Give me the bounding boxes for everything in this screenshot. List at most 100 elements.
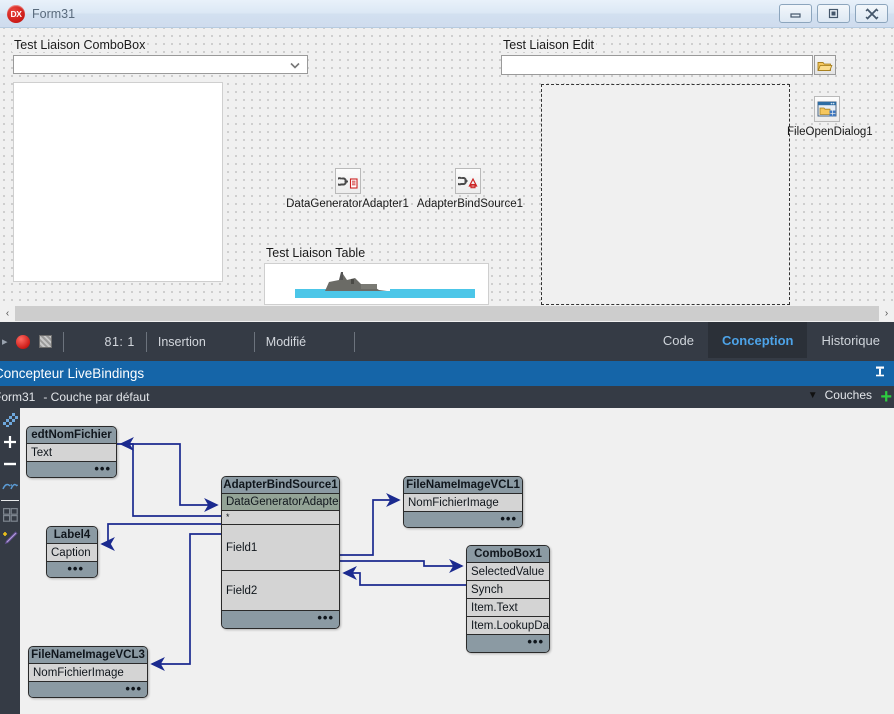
adapter-bind-source-icon[interactable] bbox=[455, 168, 481, 194]
layers-label: Couches bbox=[824, 388, 872, 402]
node-footer[interactable]: ••• bbox=[467, 635, 549, 652]
cursor-position: 81: 1 bbox=[104, 334, 135, 349]
node-row[interactable]: Caption bbox=[47, 544, 97, 562]
node-subtitle: DataGeneratorAdapter1 bbox=[222, 494, 339, 511]
dashed-layout-panel[interactable] bbox=[541, 84, 790, 305]
node-row[interactable]: NomFichierImage bbox=[29, 664, 147, 682]
designer-hscrollbar[interactable]: ‹ › bbox=[0, 305, 894, 322]
design-surface[interactable]: Test Liaison ComboBox Test Liaison Edit bbox=[0, 28, 894, 305]
node-row[interactable]: Field1 bbox=[222, 525, 339, 571]
maximize-button[interactable] bbox=[817, 4, 850, 23]
node-Label4[interactable]: Label4 Caption ••• bbox=[46, 526, 98, 578]
file-open-dialog-label: FileOpenDialog1 bbox=[787, 126, 873, 138]
chevron-down-icon bbox=[290, 56, 300, 74]
data-generator-adapter-icon[interactable] bbox=[335, 168, 361, 194]
toolbar-divider bbox=[1, 500, 19, 501]
pin-icon[interactable] bbox=[874, 365, 886, 382]
form-designer-window: DX Form31 Test Liaison ComboBox Test Lia… bbox=[0, 0, 894, 322]
node-row[interactable]: SelectedValue bbox=[467, 563, 549, 581]
zoom-out-minus-icon[interactable] bbox=[2, 456, 18, 472]
label-test-liaison-combobox: Test Liaison ComboBox bbox=[12, 38, 148, 52]
node-row[interactable]: Field2 bbox=[222, 571, 339, 611]
node-footer[interactable]: ••• bbox=[222, 611, 339, 628]
node-row[interactable]: NomFichierImage bbox=[404, 494, 522, 512]
ide-view-tabs: Code Conception Historique bbox=[649, 322, 894, 358]
record-indicator-icon[interactable] bbox=[15, 334, 30, 349]
node-footer[interactable]: ••• bbox=[29, 682, 147, 697]
label-test-liaison-table: Test Liaison Table bbox=[264, 246, 368, 260]
checker-icon[interactable] bbox=[2, 412, 18, 428]
combobox-test-liaison[interactable] bbox=[13, 55, 308, 74]
label-test-liaison-edit: Test Liaison Edit bbox=[501, 38, 597, 52]
image-panel-left[interactable] bbox=[13, 82, 223, 282]
dx-icon: DX bbox=[7, 4, 25, 23]
scroll-thumb[interactable] bbox=[15, 306, 879, 321]
tab-code[interactable]: Code bbox=[649, 322, 708, 358]
insert-mode-label: Insertion bbox=[157, 334, 206, 349]
grid-icon[interactable] bbox=[2, 507, 18, 523]
node-title: edtNomFichier bbox=[27, 427, 116, 444]
edit-test-liaison[interactable] bbox=[501, 55, 813, 75]
titlebar[interactable]: DX Form31 bbox=[0, 0, 894, 28]
node-footer[interactable]: ••• bbox=[404, 512, 522, 527]
divider bbox=[62, 331, 64, 352]
divider bbox=[354, 331, 356, 352]
livebindings-panel: Concepteur LiveBindings Form31 - Couche … bbox=[0, 361, 894, 714]
scroll-right-arrow[interactable]: › bbox=[879, 305, 894, 322]
node-title: ComboBox1 bbox=[467, 546, 549, 563]
triangle-down-icon: ▼ bbox=[807, 389, 818, 401]
pencil-plus-icon[interactable] bbox=[2, 529, 18, 545]
file-open-dialog-icon[interactable] bbox=[814, 96, 840, 122]
livebindings-layer-name: - Couche par défaut bbox=[43, 390, 150, 404]
livebindings-title: Concepteur LiveBindings bbox=[0, 366, 145, 381]
livebindings-canvas[interactable]: edtNomFichier Text ••• Label4 Caption ••… bbox=[20, 408, 894, 714]
livebindings-form-name: Form31 bbox=[0, 390, 36, 404]
tab-historique[interactable]: Historique bbox=[807, 322, 894, 358]
node-AdapterBindSource1[interactable]: AdapterBindSource1 DataGeneratorAdapter1… bbox=[221, 476, 340, 629]
node-row[interactable]: * bbox=[222, 511, 339, 525]
node-FileNameImageVCL3[interactable]: FileNameImageVCL3 NomFichierImage ••• bbox=[28, 646, 148, 698]
binding-wires bbox=[100, 437, 466, 671]
window-buttons bbox=[779, 4, 888, 23]
image-panel-table[interactable] bbox=[264, 263, 489, 305]
arrows-link-icon[interactable] bbox=[2, 478, 18, 494]
close-button[interactable] bbox=[855, 4, 888, 23]
node-row[interactable]: Item.LookupData bbox=[467, 617, 549, 635]
stop-indicator-icon[interactable] bbox=[38, 335, 52, 348]
node-title: AdapterBindSource1 bbox=[222, 477, 339, 494]
node-more-dots[interactable]: ••• bbox=[317, 611, 334, 624]
minimize-button[interactable] bbox=[779, 4, 812, 23]
livebindings-toolbar bbox=[0, 408, 20, 714]
folder-open-button[interactable] bbox=[814, 55, 836, 75]
node-title: FileNameImageVCL3 bbox=[29, 647, 147, 664]
modified-label: Modifié bbox=[265, 334, 307, 349]
node-more-dots[interactable]: ••• bbox=[500, 512, 517, 525]
node-FileNameImageVCL1[interactable]: FileNameImageVCL1 NomFichierImage ••• bbox=[403, 476, 523, 528]
boat-image bbox=[295, 272, 475, 298]
livebindings-titlebar: Concepteur LiveBindings bbox=[0, 361, 894, 386]
plus-icon[interactable]: + bbox=[880, 386, 892, 408]
node-footer[interactable]: ••• bbox=[27, 462, 116, 477]
node-more-dots[interactable]: ••• bbox=[125, 682, 142, 695]
scroll-left-arrow[interactable]: ‹ bbox=[0, 305, 15, 322]
node-ComboBox1[interactable]: ComboBox1 SelectedValue Synch Item.Text … bbox=[466, 545, 550, 653]
folder-open-icon bbox=[817, 61, 833, 71]
node-footer[interactable]: ••• bbox=[47, 562, 97, 577]
scroll-track[interactable] bbox=[15, 305, 879, 322]
node-row[interactable]: Item.Text bbox=[467, 599, 549, 617]
node-edtNomFichier[interactable]: edtNomFichier Text ••• bbox=[26, 426, 117, 478]
layers-selector[interactable]: ▼ Couches bbox=[808, 388, 872, 402]
adapter-bind-source-label: AdapterBindSource1 bbox=[416, 198, 524, 210]
node-more-dots[interactable]: ••• bbox=[527, 635, 544, 648]
divider bbox=[145, 331, 147, 352]
window-title: Form31 bbox=[32, 6, 76, 21]
node-more-dots[interactable]: ••• bbox=[67, 562, 84, 575]
expand-arrow-icon[interactable]: ▸ bbox=[2, 335, 8, 348]
node-row[interactable]: Synch bbox=[467, 581, 549, 599]
node-row[interactable]: Text bbox=[27, 444, 116, 462]
node-title: FileNameImageVCL1 bbox=[404, 477, 522, 494]
tab-conception[interactable]: Conception bbox=[707, 322, 808, 358]
divider bbox=[253, 331, 255, 352]
zoom-in-plus-icon[interactable] bbox=[2, 434, 18, 450]
node-more-dots[interactable]: ••• bbox=[94, 462, 111, 475]
